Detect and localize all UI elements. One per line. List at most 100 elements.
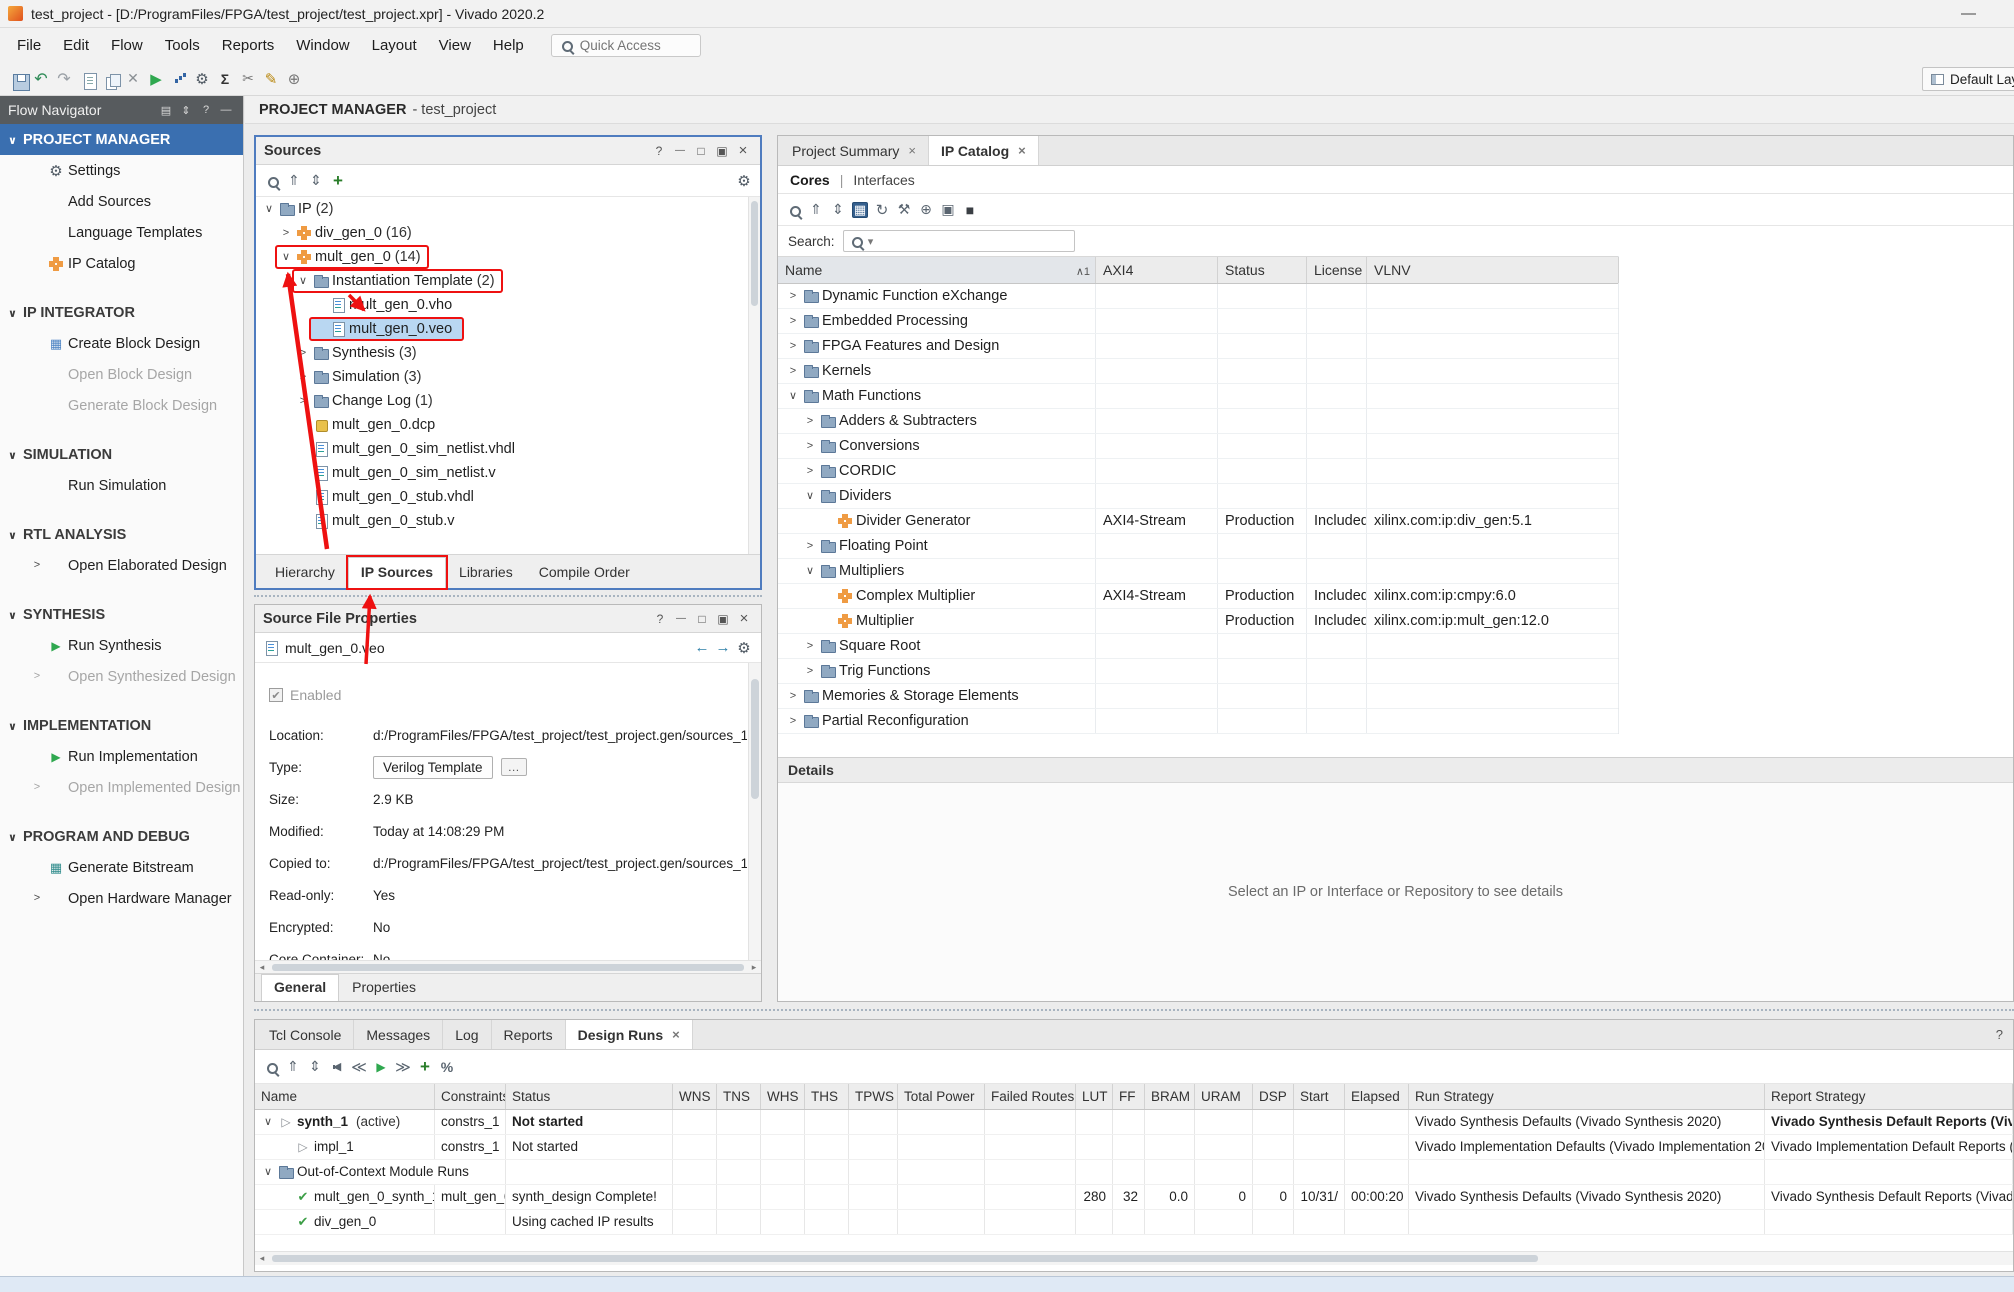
panel-help-icon[interactable]: ? xyxy=(1996,1027,2003,1042)
sidebar-section-program-and-debug[interactable]: PROGRAM AND DEBUG xyxy=(0,821,243,852)
column-header-vlnv[interactable]: VLNV xyxy=(1367,257,1619,283)
refresh-icon[interactable] xyxy=(874,202,890,218)
flow-nav-item[interactable]: Open Block Design xyxy=(0,359,243,390)
search-icon[interactable] xyxy=(264,173,280,189)
collapsed-chevron-icon[interactable]: > xyxy=(296,396,310,407)
vertical-scrollbar[interactable] xyxy=(748,663,761,967)
run-row[interactable]: mult_gen_0_synth_1 mult_gen_0 synth_desi… xyxy=(255,1185,2013,1210)
settings-gear-icon[interactable] xyxy=(736,173,752,189)
panel-tab[interactable]: Hierarchy xyxy=(262,557,348,588)
report-icon[interactable] xyxy=(79,71,95,87)
bottom-tab[interactable]: Design Runs xyxy=(566,1020,693,1049)
catalog-row[interactable]: > Dynamic Function eXchange xyxy=(778,284,1618,309)
panel-maximize-icon[interactable] xyxy=(693,610,711,628)
column-header-name[interactable]: Name ∧1 xyxy=(778,257,1096,283)
expanded-chevron-icon[interactable]: ∨ xyxy=(296,276,310,287)
panel-splitter[interactable] xyxy=(254,595,762,597)
column-header[interactable]: TNS xyxy=(717,1084,761,1109)
flow-nav-item[interactable]: Create Block Design xyxy=(0,328,243,359)
expand-all-icon[interactable] xyxy=(830,202,846,218)
column-header-status[interactable]: Status xyxy=(1218,257,1307,283)
expand-collapse-icon[interactable] xyxy=(177,101,195,119)
panel-maximize-icon[interactable] xyxy=(692,142,710,160)
catalog-row[interactable]: > Partial Reconfiguration xyxy=(778,709,1618,734)
sidebar-section-rtl-analysis[interactable]: RTL ANALYSIS xyxy=(0,519,243,550)
collapsed-chevron-icon[interactable]: > xyxy=(803,416,817,427)
ip-settings-icon[interactable] xyxy=(896,202,912,218)
tree-item[interactable]: mult_gen_0_stub.v xyxy=(256,509,748,533)
percent-icon[interactable] xyxy=(439,1059,455,1075)
collapsed-chevron-icon[interactable]: > xyxy=(279,228,293,239)
catalog-search-box[interactable] xyxy=(843,230,1075,252)
column-header[interactable]: URAM xyxy=(1195,1084,1253,1109)
delete-icon[interactable] xyxy=(125,71,141,87)
collapsed-chevron-icon[interactable]: > xyxy=(803,641,817,652)
tree-item[interactable]: > Change Log (1) xyxy=(256,389,748,413)
flow-nav-item[interactable]: Settings xyxy=(0,155,243,186)
catalog-row[interactable]: > Trig Functions xyxy=(778,659,1618,684)
column-header[interactable]: BRAM xyxy=(1145,1084,1195,1109)
panel-float-icon[interactable] xyxy=(713,142,731,160)
scissors-icon[interactable] xyxy=(240,71,256,87)
catalog-row[interactable]: > Embedded Processing xyxy=(778,309,1618,334)
tree-item[interactable]: ∨ Instantiation Template (2) xyxy=(256,269,748,293)
tree-item[interactable]: mult_gen_0.veo xyxy=(256,317,748,341)
scrollbar-thumb[interactable] xyxy=(272,964,744,971)
pencil-icon[interactable] xyxy=(263,71,279,87)
sigma-icon[interactable] xyxy=(217,71,233,87)
step-to-start-icon[interactable] xyxy=(329,1059,345,1075)
save-icon[interactable] xyxy=(10,71,26,87)
menu-item[interactable]: Tools xyxy=(154,33,211,58)
panel-close-icon[interactable] xyxy=(735,610,753,628)
flow-nav-item[interactable]: Run Implementation xyxy=(0,741,243,772)
tree-item[interactable]: mult_gen_0_stub.vhdl xyxy=(256,485,748,509)
catalog-search-input[interactable] xyxy=(878,233,1070,250)
expand-all-icon[interactable] xyxy=(308,173,324,189)
copy-icon[interactable] xyxy=(102,71,118,87)
probe-icon[interactable] xyxy=(286,71,302,87)
collapsed-chevron-icon[interactable]: > xyxy=(296,372,310,383)
sidebar-section-ip-integrator[interactable]: IP INTEGRATOR xyxy=(0,297,243,328)
horizontal-scrollbar[interactable]: ◂ xyxy=(255,1251,2013,1265)
minimize-panel-icon[interactable] xyxy=(217,101,235,119)
panel-tab[interactable]: Compile Order xyxy=(526,557,643,588)
catalog-row[interactable]: > Memories & Storage Elements xyxy=(778,684,1618,709)
column-header[interactable]: Start xyxy=(1294,1084,1345,1109)
expanded-chevron-icon[interactable]: ∨ xyxy=(261,1117,275,1128)
expanded-chevron-icon[interactable]: ∨ xyxy=(279,252,293,263)
vertical-scrollbar[interactable] xyxy=(748,197,760,558)
flow-nav-item[interactable]: > Open Synthesized Design xyxy=(0,661,243,692)
flow-nav-item[interactable]: Generate Bitstream xyxy=(0,852,243,883)
tree-item[interactable]: > div_gen_0 (16) xyxy=(256,221,748,245)
catalog-row[interactable]: Multiplier Production Included xilinx.co… xyxy=(778,609,1618,634)
close-tab-icon[interactable] xyxy=(908,143,916,158)
close-tab-icon[interactable] xyxy=(1018,143,1026,158)
column-header-license[interactable]: License xyxy=(1307,257,1367,283)
play-icon[interactable] xyxy=(373,1059,389,1075)
flow-nav-item[interactable]: Add Sources xyxy=(0,186,243,217)
quick-access-search[interactable] xyxy=(551,34,701,57)
column-header[interactable]: LUT xyxy=(1076,1084,1113,1109)
flow-nav-item[interactable]: > Open Hardware Manager xyxy=(0,883,243,914)
expanded-chevron-icon[interactable]: ∨ xyxy=(803,566,817,577)
catalog-row[interactable]: Divider Generator AXI4-Stream Production… xyxy=(778,509,1618,534)
flow-nav-item[interactable]: Run Synthesis xyxy=(0,630,243,661)
enabled-checkbox[interactable] xyxy=(269,688,283,702)
quick-access-input[interactable] xyxy=(578,37,694,54)
scrollbar-thumb[interactable] xyxy=(272,1255,1538,1262)
run-row[interactable]: div_gen_0 Using cached IP results xyxy=(255,1210,2013,1235)
settings-gear-icon[interactable] xyxy=(194,71,210,87)
sidebar-section-synthesis[interactable]: SYNTHESIS xyxy=(0,599,243,630)
panel-tab[interactable]: General xyxy=(261,974,339,1001)
catalog-row[interactable]: > Conversions xyxy=(778,434,1618,459)
column-header[interactable]: WHS xyxy=(761,1084,805,1109)
column-header[interactable]: Constraints xyxy=(435,1084,506,1109)
catalog-row[interactable]: > Adders & Subtracters xyxy=(778,409,1618,434)
collapsed-chevron-icon[interactable]: > xyxy=(803,466,817,477)
column-header[interactable]: WNS xyxy=(673,1084,717,1109)
add-icon[interactable] xyxy=(330,173,346,189)
scroll-left-icon[interactable]: ◂ xyxy=(255,962,269,973)
column-header[interactable]: Failed Routes xyxy=(985,1084,1076,1109)
panel-help-icon[interactable] xyxy=(650,142,668,160)
collapsed-chevron-icon[interactable]: > xyxy=(786,341,800,352)
